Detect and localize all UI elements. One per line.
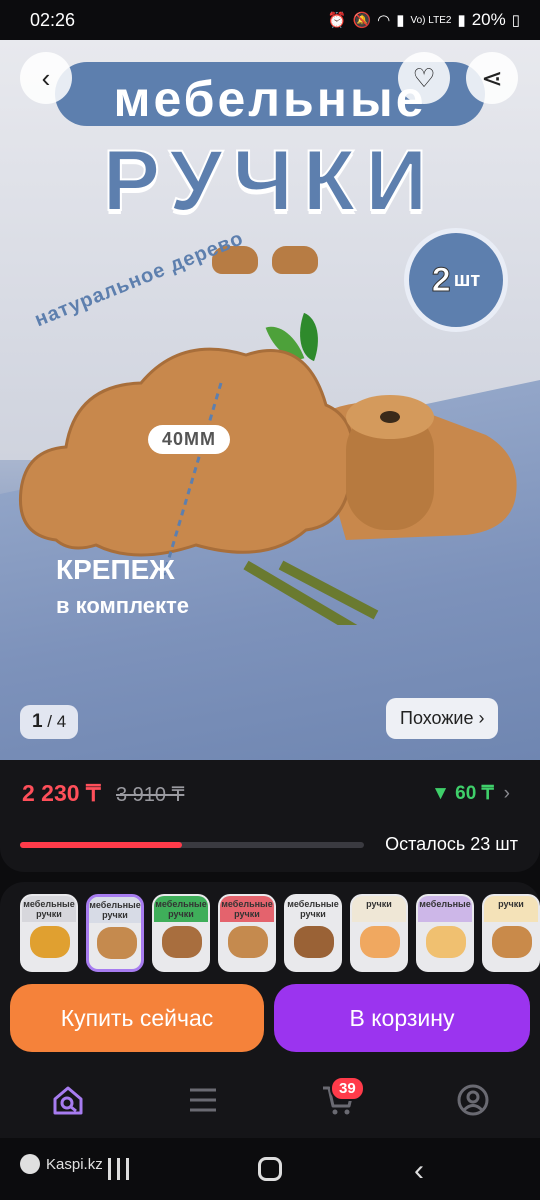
thumbnail-label: мебельные ручки: [154, 896, 208, 922]
system-back-button[interactable]: ‹: [414, 1154, 424, 1188]
thumbnail-2[interactable]: мебельные ручки: [86, 894, 144, 972]
image-title-main: РУЧКИ: [102, 132, 438, 230]
thumbnail-label: ручки: [484, 896, 538, 922]
kaspi-logo-icon: [20, 1154, 40, 1174]
status-icons: ⏰ 🔕 ◠ ▮ Vo) LTE2 ▮ 20% ▯: [328, 10, 520, 30]
fastener-subtitle: в комплекте: [56, 593, 190, 618]
menu-icon: [189, 1088, 216, 1112]
thumbnail-product-image: [228, 926, 268, 958]
share-icon: ⋖: [481, 62, 503, 93]
heart-icon: ♡: [412, 62, 436, 93]
thumbnail-8[interactable]: ручки: [482, 894, 540, 972]
share-button[interactable]: ⋖: [466, 52, 518, 104]
system-nav-bar: Kaspi.kz ‹: [0, 1138, 540, 1200]
mini-cloud-right: [272, 246, 318, 274]
image-title-top: мебельные: [113, 71, 427, 127]
battery-icon: ▯: [511, 12, 520, 29]
page-current: 1: [32, 711, 43, 732]
thumbnail-label: мебельные ручки: [89, 897, 141, 923]
add-to-cart-button[interactable]: В корзину: [274, 984, 530, 1052]
watermark: Kaspi.kz: [20, 1154, 103, 1174]
thumbnail-product-image: [97, 927, 137, 959]
chevron-right-icon: ›: [503, 783, 510, 804]
signal-icon-2: ▮: [457, 12, 466, 29]
count-number: 2: [431, 260, 451, 299]
watermark-text: Kaspi.kz: [46, 1155, 103, 1173]
thumbnail-7[interactable]: мебельные: [416, 894, 474, 972]
tab-profile[interactable]: [405, 1062, 540, 1138]
home-button[interactable]: [258, 1157, 282, 1181]
price-panel: 2 230 ₸ 3 910 ₸ ▼ 60 ₸ › Осталось 23 шт: [0, 760, 540, 872]
buy-now-button[interactable]: Купить сейчас: [10, 984, 264, 1052]
wifi-icon: ◠: [377, 12, 391, 29]
thumbnail-product-image: [294, 926, 334, 958]
stock-remaining: Осталось 23 шт: [385, 834, 518, 854]
bonus-amount: ▼ 60 ₸: [431, 783, 494, 804]
product-image-gallery[interactable]: мебельные РУЧКИ 2 шт натуральное дерево …: [0, 40, 540, 760]
tab-catalog[interactable]: [135, 1062, 270, 1138]
stock-progress-bar: [20, 842, 364, 848]
favorite-button[interactable]: ♡: [398, 52, 450, 104]
recent-apps-button[interactable]: [108, 1158, 132, 1180]
thumbnail-product-image: [492, 926, 532, 958]
action-bar: Купить сейчас В корзину: [0, 978, 540, 1062]
thumbnail-product-image: [360, 926, 400, 958]
fastener-caption: КРЕПЕЖ в комплекте: [56, 552, 189, 624]
thumbnail-product-image: [30, 926, 70, 958]
thumbnail-strip[interactable]: мебельные ручки мебельные ручки мебельные …: [0, 882, 540, 978]
chevron-left-icon: ‹: [41, 62, 51, 93]
stock-progress-fill: [20, 842, 182, 848]
cart-count-badge: 39: [330, 1076, 365, 1101]
tab-cart[interactable]: 39: [270, 1062, 405, 1138]
count-unit: шт: [453, 268, 481, 291]
image-page-indicator: 1 / 4: [20, 705, 79, 739]
alarm-icon: ⏰: [327, 12, 347, 29]
count-badge: 2 шт: [404, 228, 508, 332]
thumbnail-label: мебельные ручки: [220, 896, 274, 922]
status-time: 02:26: [30, 9, 76, 30]
old-price: 3 910 ₸: [116, 784, 185, 806]
thumbnail-1[interactable]: мебельные ручки: [20, 894, 78, 972]
dimension-label: 40MM: [148, 425, 231, 454]
mute-icon: 🔕: [352, 12, 372, 29]
back-button[interactable]: ‹: [20, 52, 72, 104]
thumbnail-6[interactable]: ручки: [350, 894, 408, 972]
fastener-title: КРЕПЕЖ: [56, 554, 175, 585]
thumbnail-label: мебельные ручки: [22, 896, 76, 922]
tab-search[interactable]: [0, 1062, 135, 1138]
thumbnail-product-image: [162, 926, 202, 958]
network-label: Vo) LTE2: [410, 14, 452, 26]
bonus-link[interactable]: ▼ 60 ₸ ›: [431, 782, 510, 805]
thumbnail-5[interactable]: мебельные ручки: [284, 894, 342, 972]
status-bar: 02:26 ⏰ 🔕 ◠ ▮ Vo) LTE2 ▮ 20% ▯: [0, 0, 540, 40]
signal-icon: ▮: [396, 12, 405, 29]
bottom-tab-bar: 39: [0, 1062, 540, 1138]
battery-percent: 20%: [471, 10, 506, 29]
thumbnail-label: мебельные ручки: [286, 896, 340, 922]
similar-button[interactable]: Похожие ›: [386, 698, 499, 739]
thumbnail-3[interactable]: мебельные ручки: [152, 894, 210, 972]
thumbnail-label: мебельные: [418, 896, 472, 922]
current-price: 2 230 ₸: [22, 780, 101, 806]
thumbnail-4[interactable]: мебельные ручки: [218, 894, 276, 972]
home-search-icon: [53, 1086, 82, 1115]
profile-icon: [457, 1084, 488, 1116]
thumbnail-label: ручки: [352, 896, 406, 922]
thumbnail-product-image: [426, 926, 466, 958]
page-total: 4: [56, 712, 67, 731]
